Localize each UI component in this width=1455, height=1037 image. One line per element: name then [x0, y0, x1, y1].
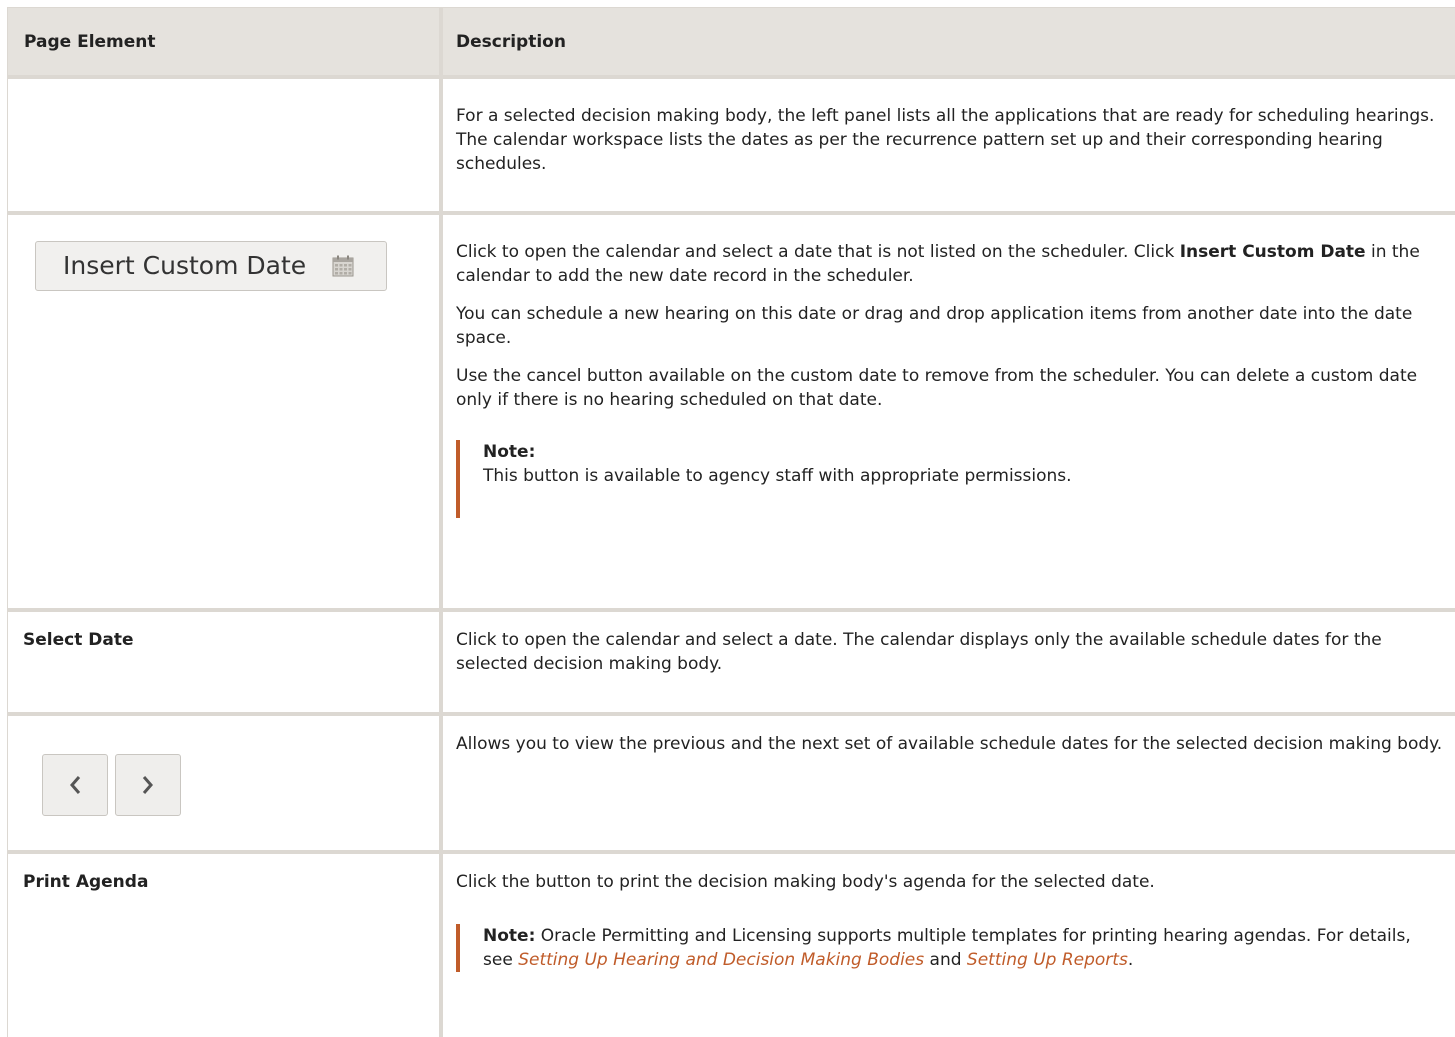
element-cell: Insert Custom Date [7, 210, 439, 608]
link-setting-up-hearing-bodies[interactable]: Setting Up Hearing and Decision Making B… [518, 950, 924, 970]
description-text: Use the cancel button available on the c… [456, 365, 1418, 410]
description-text: Click the button to print the decision m… [456, 872, 1155, 892]
insert-custom-date-label: Insert Custom Date [63, 250, 307, 280]
description-cell: Click the button to print the decision m… [439, 850, 1455, 1037]
element-cell [7, 712, 439, 850]
chevron-left-icon [70, 776, 81, 795]
description-cell: Allows you to view the previous and the … [439, 712, 1455, 850]
note-box: Note: This button is available to agency… [456, 439, 1445, 518]
description-text: Click to open the calendar and select a … [456, 240, 1445, 288]
element-name: Print Agenda [23, 872, 149, 892]
element-name: Select Date [23, 629, 134, 650]
link-setting-up-reports[interactable]: Setting Up Reports [967, 950, 1128, 970]
description-text: Allows you to view the previous and the … [456, 734, 1443, 755]
description-cell: For a selected decision making body, the… [439, 75, 1455, 211]
element-cell: Print Agenda [7, 850, 439, 1037]
table-row: Insert Custom Date Click to open the cal… [7, 210, 1455, 608]
page-elements-table: Page Element Description For a selected … [7, 7, 1455, 1037]
table-row: Print Agenda Click the button to print t… [7, 850, 1455, 1037]
description-cell: Click to open the calendar and select a … [439, 210, 1455, 608]
table-row: For a selected decision making body, the… [7, 75, 1455, 211]
table-row: Select Date Click to open the calendar a… [7, 607, 1455, 713]
note-title: Note: [483, 926, 536, 946]
note-box: Note: Oracle Permitting and Licensing su… [456, 924, 1445, 972]
calendar-icon [332, 255, 354, 277]
ui-term-bold: Insert Custom Date [1179, 241, 1366, 262]
table-row: Allows you to view the previous and the … [7, 712, 1455, 850]
description-text: Click to open the calendar and select a … [456, 629, 1382, 674]
description-fragment: Click to open the calendar and select a … [456, 241, 1180, 262]
description-text: For a selected decision making body, the… [456, 106, 1435, 174]
description-cell: Click to open the calendar and select a … [439, 607, 1455, 713]
element-cell [7, 75, 439, 211]
note-text: This button is available to agency staff… [483, 465, 1072, 486]
note-text: and [924, 950, 967, 970]
chevron-right-icon [142, 776, 153, 795]
column-header-page-element: Page Element [7, 7, 439, 75]
insert-custom-date-button[interactable]: Insert Custom Date [35, 240, 387, 291]
description-text: You can schedule a new hearing on this d… [456, 303, 1413, 348]
note-text: . [1127, 950, 1134, 970]
previous-button[interactable] [42, 754, 108, 817]
next-button[interactable] [115, 754, 181, 817]
element-cell: Select Date [7, 607, 439, 713]
column-header-description: Description [439, 7, 1455, 75]
note-title: Note: [483, 441, 536, 462]
